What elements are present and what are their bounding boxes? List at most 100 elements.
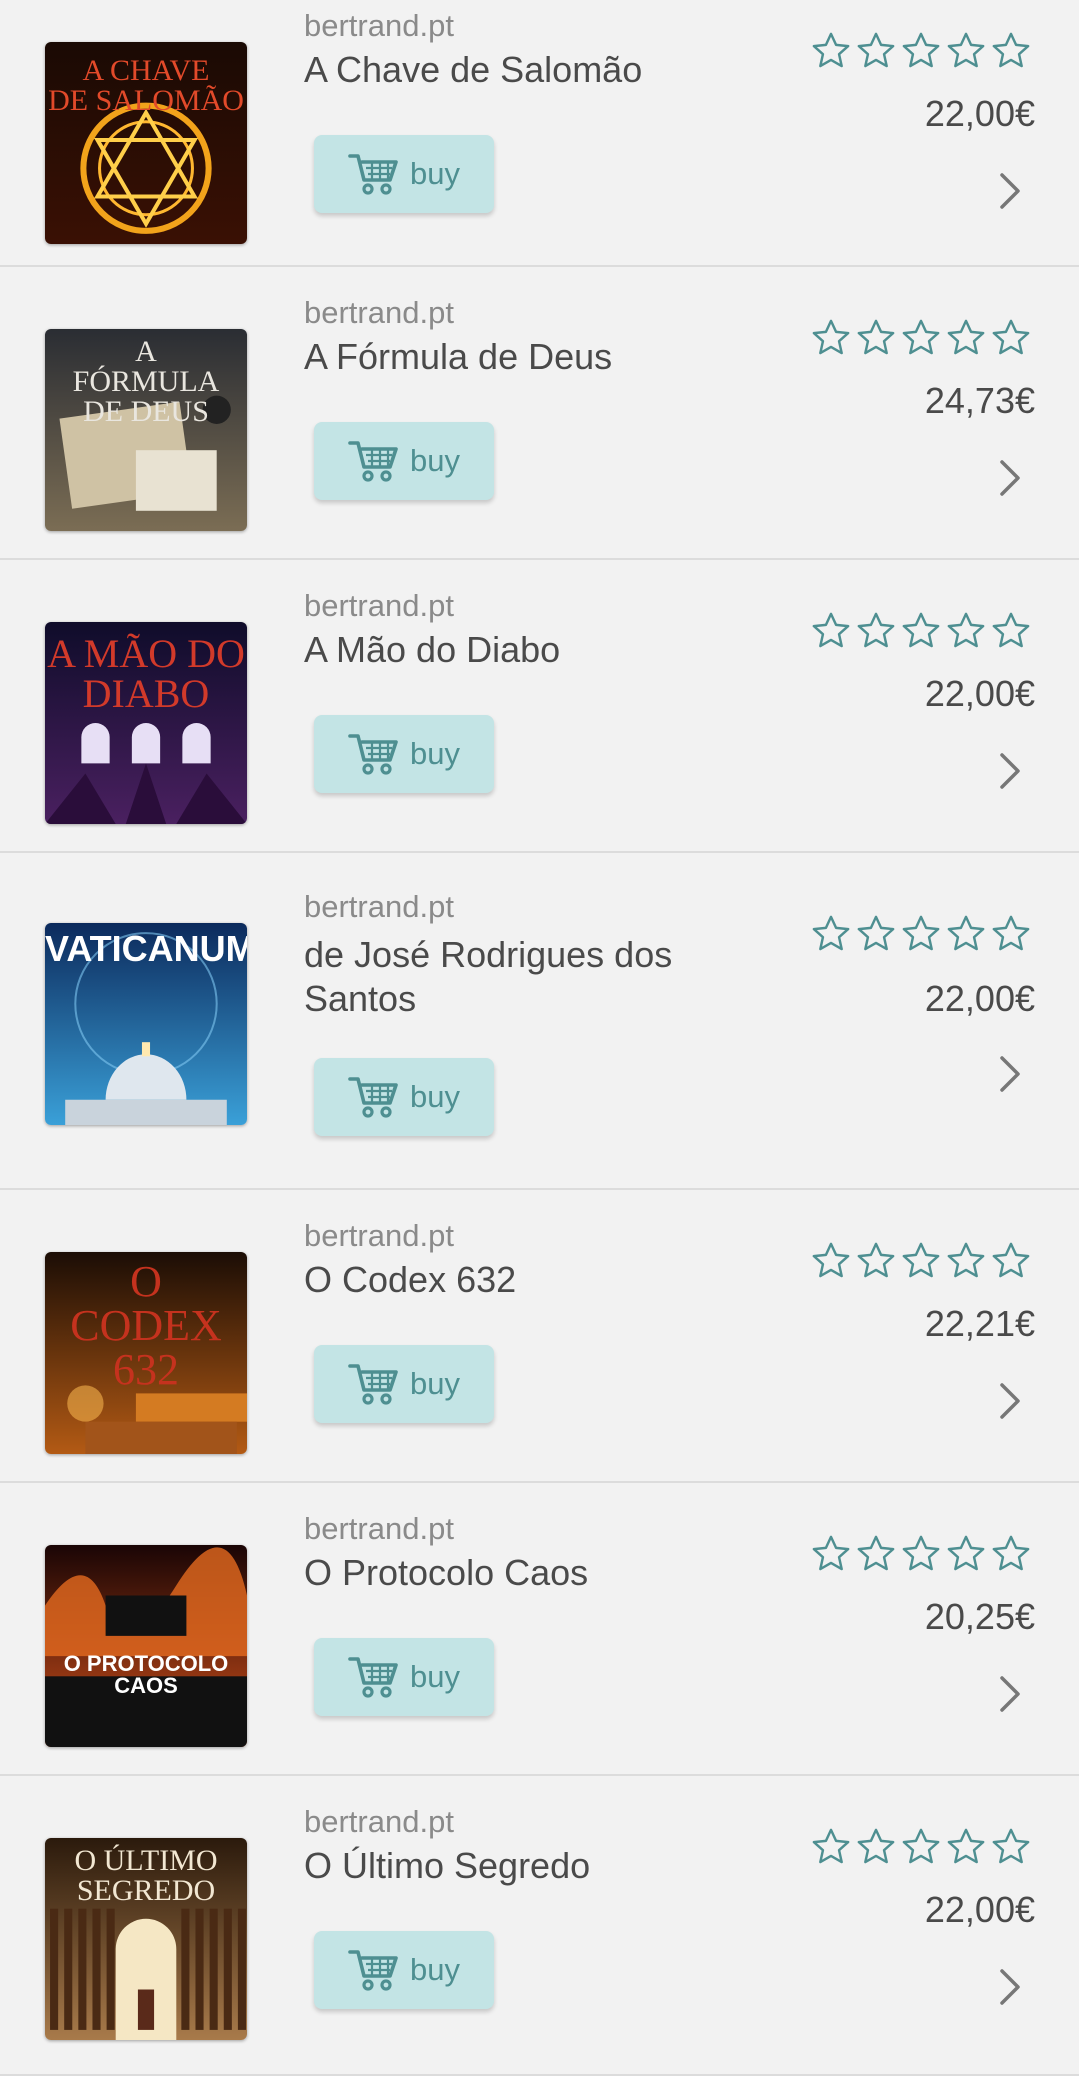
book-price: 22,00€ [924, 673, 1035, 714]
star-outline-icon[interactable] [990, 1826, 1032, 1868]
book-row[interactable]: A FÓRMULA DE DEUS bertrand.pt A Fórmula de… [0, 267, 1079, 560]
star-outline-icon[interactable] [990, 913, 1032, 955]
star-outline-icon[interactable] [810, 1826, 852, 1868]
book-cover-image[interactable]: O ÚLTIMO SEGREDO [45, 1838, 247, 2040]
star-outline-icon[interactable] [945, 1533, 987, 1575]
book-row[interactable]: O PROTOCOLO CAOS bertrand.pt O Protocolo C… [0, 1483, 1079, 1776]
star-outline-icon[interactable] [945, 610, 987, 652]
book-cover-image[interactable]: O PROTOCOLO CAOS [45, 1545, 247, 1747]
star-outline-icon[interactable] [855, 317, 897, 359]
star-outline-icon[interactable] [900, 1826, 942, 1868]
cart-icon [348, 732, 400, 776]
rating-stars[interactable] [810, 30, 1032, 72]
rating-stars[interactable] [810, 1240, 1032, 1282]
book-cover-title: A FÓRMULA DE DEUS [72, 335, 220, 428]
chevron-right-icon[interactable] [995, 750, 1025, 792]
star-outline-icon[interactable] [810, 1533, 852, 1575]
star-outline-icon[interactable] [990, 317, 1032, 359]
rating-stars[interactable] [810, 317, 1032, 359]
star-outline-icon[interactable] [855, 1240, 897, 1282]
star-outline-icon[interactable] [810, 913, 852, 955]
chevron-right-icon[interactable] [995, 170, 1025, 212]
book-title[interactable]: O Protocolo Caos [304, 1551, 744, 1595]
book-cover-image[interactable]: O CODEX 632 [45, 1252, 247, 1454]
star-outline-icon[interactable] [900, 1240, 942, 1282]
buy-button-label: buy [410, 1952, 460, 1987]
book-row[interactable]: A CHAVE DE SALOMÃO bertrand.pt A Chave de … [0, 0, 1079, 267]
star-outline-icon[interactable] [945, 30, 987, 72]
cart-icon [348, 1362, 400, 1406]
buy-button-label: buy [410, 736, 460, 771]
book-row[interactable]: O CODEX 632 bertrand.pt O Codex 632 buy 22,2… [0, 1190, 1079, 1483]
book-title[interactable]: A Mão do Diabo [304, 628, 744, 672]
star-outline-icon[interactable] [945, 913, 987, 955]
book-cover-title: O PROTOCOLO CAOS [63, 1651, 229, 1698]
star-outline-icon[interactable] [990, 1533, 1032, 1575]
book-title[interactable]: A Chave de Salomão [304, 48, 744, 92]
book-cover-image[interactable]: A FÓRMULA DE DEUS [45, 329, 247, 531]
buy-button[interactable]: buy [314, 1931, 494, 2009]
buy-button[interactable]: buy [314, 422, 494, 500]
book-row[interactable]: O ÚLTIMO SEGREDO bertrand.pt O Último Segr… [0, 1776, 1079, 2076]
book-price: 22,00€ [924, 1889, 1035, 1930]
book-source: bertrand.pt [304, 295, 454, 330]
star-outline-icon[interactable] [855, 1826, 897, 1868]
star-outline-icon[interactable] [900, 317, 942, 359]
book-cover-title: A CHAVE DE SALOMÃO [48, 54, 244, 117]
star-outline-icon[interactable] [990, 1240, 1032, 1282]
star-outline-icon[interactable] [855, 30, 897, 72]
star-outline-icon[interactable] [990, 610, 1032, 652]
cart-icon [348, 1655, 400, 1699]
book-cover-title: O ÚLTIMO SEGREDO [74, 1844, 218, 1907]
star-outline-icon[interactable] [900, 30, 942, 72]
star-outline-icon[interactable] [900, 1533, 942, 1575]
rating-stars[interactable] [810, 913, 1032, 955]
book-row[interactable]: VATICANUM bertrand.pt de José Rodrigues do… [0, 853, 1079, 1190]
book-title[interactable]: O Último Segredo [304, 1844, 744, 1888]
rating-stars[interactable] [810, 1826, 1032, 1868]
book-row[interactable]: A MÃO DO DIABO bertrand.pt A Mão do Diabo b… [0, 560, 1079, 853]
buy-button[interactable]: buy [314, 1345, 494, 1423]
book-cover-image[interactable]: A CHAVE DE SALOMÃO [45, 42, 247, 244]
star-outline-icon[interactable] [810, 610, 852, 652]
star-outline-icon[interactable] [855, 1533, 897, 1575]
book-source: bertrand.pt [304, 588, 454, 623]
book-cover-image[interactable]: A MÃO DO DIABO [45, 622, 247, 824]
chevron-right-icon[interactable] [995, 1966, 1025, 2008]
book-cover-title: O CODEX 632 [70, 1257, 222, 1394]
book-title[interactable]: O Codex 632 [304, 1258, 744, 1302]
cart-icon [348, 1075, 400, 1119]
buy-button[interactable]: buy [314, 715, 494, 793]
star-outline-icon[interactable] [945, 1826, 987, 1868]
book-price: 24,73€ [924, 380, 1035, 421]
star-outline-icon[interactable] [810, 30, 852, 72]
cart-icon [348, 439, 400, 483]
buy-button-label: buy [410, 1366, 460, 1401]
star-outline-icon[interactable] [990, 30, 1032, 72]
chevron-right-icon[interactable] [995, 457, 1025, 499]
book-source: bertrand.pt [304, 1218, 454, 1253]
buy-button[interactable]: buy [314, 1638, 494, 1716]
book-results-list: A CHAVE DE SALOMÃO bertrand.pt A Chave de … [0, 0, 1079, 2076]
chevron-right-icon[interactable] [995, 1380, 1025, 1422]
star-outline-icon[interactable] [810, 1240, 852, 1282]
star-outline-icon[interactable] [855, 610, 897, 652]
star-outline-icon[interactable] [945, 1240, 987, 1282]
chevron-right-icon[interactable] [995, 1673, 1025, 1715]
book-source: bertrand.pt [304, 8, 454, 43]
star-outline-icon[interactable] [945, 317, 987, 359]
star-outline-icon[interactable] [810, 317, 852, 359]
buy-button[interactable]: buy [314, 1058, 494, 1136]
star-outline-icon[interactable] [900, 610, 942, 652]
rating-stars[interactable] [810, 1533, 1032, 1575]
book-title[interactable]: A Fórmula de Deus [304, 335, 744, 379]
book-source: bertrand.pt [304, 889, 454, 924]
rating-stars[interactable] [810, 610, 1032, 652]
chevron-right-icon[interactable] [995, 1053, 1025, 1095]
buy-button-label: buy [410, 1079, 460, 1114]
star-outline-icon[interactable] [900, 913, 942, 955]
star-outline-icon[interactable] [855, 913, 897, 955]
buy-button[interactable]: buy [314, 135, 494, 213]
book-title[interactable]: de José Rodrigues dos Santos [304, 933, 744, 1021]
book-cover-image[interactable]: VATICANUM [45, 923, 247, 1125]
